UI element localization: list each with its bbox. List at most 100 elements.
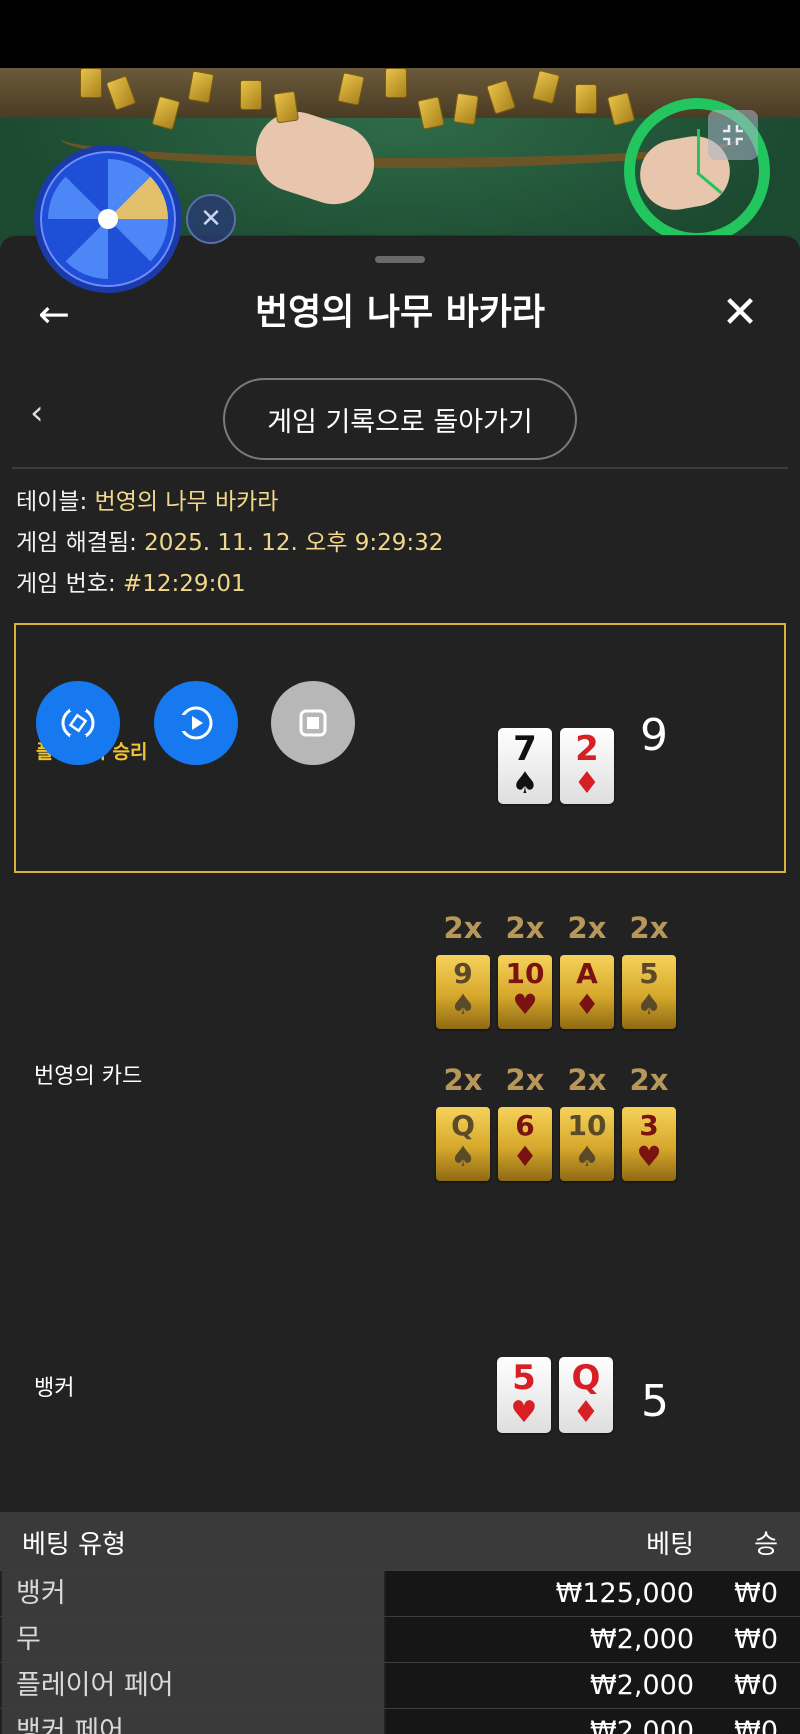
stop-icon[interactable] — [271, 681, 355, 765]
card-suit: ♥ — [512, 988, 538, 1021]
replay-icon[interactable] — [154, 681, 238, 765]
banker-card: 5 ♥ — [497, 1357, 551, 1433]
header-bet: 베팅 — [646, 1530, 694, 1560]
floating-card — [240, 80, 262, 110]
fortune-card: A ♦ — [560, 955, 614, 1029]
card-rank: 9 — [453, 957, 473, 990]
fortune-card: 5 ♠ — [622, 955, 676, 1029]
game-number-label: 게임 번호: — [16, 571, 124, 597]
card-rank: 3 — [639, 1109, 659, 1142]
collapse-icon[interactable] — [708, 110, 758, 160]
game-detail-panel: ← 번영의 나무 바카라 ✕ ‹ 게임 기록으로 돌아가기 테이블: 번영의 나… — [0, 235, 800, 1734]
bet-amount: ₩2,000 — [590, 1624, 694, 1655]
header-bet-type: 베팅 유형 — [22, 1530, 126, 1560]
fortune-card: 6 ♦ — [498, 1107, 552, 1181]
bets-table: 베팅 유형 베팅 승 뱅커 ₩125,000 ₩0 무 ₩2,000 ₩0 플레이어 페어 ₩… — [0, 1512, 800, 1734]
game-number-info: 게임 번호: #12:29:01 — [16, 569, 246, 599]
floating-card — [385, 68, 407, 98]
floating-card — [105, 75, 137, 111]
table-info: 테이블: 번영의 나무 바카라 — [16, 487, 278, 517]
win-amount: ₩0 — [734, 1716, 778, 1734]
fortune-multiplier: 2x — [629, 1063, 669, 1097]
fortune-multiplier: 2x — [505, 911, 545, 945]
fortune-multiplier: 2x — [443, 1063, 483, 1097]
player-score: 9 — [640, 710, 668, 761]
bet-type: 뱅커 페어 — [2, 1709, 384, 1734]
card-suit: ♠ — [636, 988, 662, 1021]
banker-score: 5 — [641, 1376, 669, 1427]
bet-amount: ₩2,000 — [590, 1716, 694, 1734]
fortune-multiplier: 2x — [629, 911, 669, 945]
card-suit: ♥ — [510, 1395, 538, 1430]
card-rank: Q — [571, 1358, 601, 1398]
fortune-wheel-icon[interactable] — [34, 145, 182, 293]
fortune-card: 3 ♥ — [622, 1107, 676, 1181]
card-rank: 10 — [567, 1109, 607, 1142]
panel-title: 번영의 나무 바카라 — [254, 292, 546, 333]
card-rank: Q — [451, 1109, 475, 1142]
fortune-multiplier: 2x — [567, 911, 607, 945]
card-rank: 2 — [575, 729, 599, 769]
player-card: 7 ♠ — [498, 728, 552, 804]
resolved-info: 게임 해결됨: 2025. 11. 12. 오후 9:29:32 — [16, 528, 443, 558]
card-rank: 5 — [512, 1358, 536, 1398]
floating-card — [80, 68, 102, 98]
floating-card — [273, 90, 299, 124]
header-win: 승 — [754, 1530, 778, 1560]
close-icon[interactable]: ✕ — [718, 288, 762, 338]
banker-label: 뱅커 — [34, 1376, 75, 1401]
resolved-info-label: 게임 해결됨: — [16, 530, 145, 556]
card-suit: ♦ — [573, 766, 601, 801]
floating-card — [531, 69, 561, 105]
card-suit: ♠ — [450, 988, 476, 1021]
card-suit: ♦ — [574, 988, 600, 1021]
fortune-card: Q ♠ — [436, 1107, 490, 1181]
card-suit: ♥ — [636, 1140, 662, 1173]
switch-camera-icon[interactable] — [36, 681, 120, 765]
floating-card — [575, 84, 597, 114]
card-rank: A — [576, 957, 598, 990]
fortune-card: 10 ♠ — [560, 1107, 614, 1181]
player-hand-box: 플레이어 승리 7♠2♦ 9 — [14, 623, 786, 873]
bet-row: 무 ₩2,000 ₩0 — [0, 1616, 800, 1662]
bet-type: 플레이어 페어 — [2, 1663, 384, 1708]
fortune-card: 9 ♠ — [436, 955, 490, 1029]
card-suit: ♠ — [574, 1140, 600, 1173]
card-suit: ♠ — [450, 1140, 476, 1173]
chevron-left-icon[interactable]: ‹ — [30, 393, 60, 433]
card-suit: ♦ — [512, 1140, 538, 1173]
bet-type: 뱅커 — [2, 1571, 384, 1616]
fortune-multiplier: 2x — [567, 1063, 607, 1097]
bets-table-body: 뱅커 ₩125,000 ₩0 무 ₩2,000 ₩0 플레이어 페어 ₩2,000 ₩0 뱅커 페… — [0, 1570, 800, 1734]
bets-table-header: 베팅 유형 베팅 승 — [0, 1512, 800, 1570]
win-amount: ₩0 — [734, 1624, 778, 1655]
fortune-multiplier: 2x — [443, 911, 483, 945]
divider — [12, 467, 788, 469]
bet-row: 플레이어 페어 ₩2,000 ₩0 — [0, 1662, 800, 1708]
bet-amount: ₩2,000 — [590, 1670, 694, 1701]
table-info-label: 테이블: — [16, 489, 95, 515]
floating-card — [417, 96, 445, 130]
resolved-info-value: 2025. 11. 12. 오후 9:29:32 — [144, 530, 444, 556]
card-rank: 6 — [515, 1109, 535, 1142]
win-amount: ₩0 — [734, 1578, 778, 1609]
floating-card — [337, 72, 365, 106]
card-rank: 10 — [505, 957, 545, 990]
back-to-history-button[interactable]: 게임 기록으로 돌아가기 — [223, 378, 577, 460]
bet-row: 뱅커 ₩125,000 ₩0 — [0, 1570, 800, 1616]
card-suit: ♦ — [572, 1395, 600, 1430]
card-suit: ♠ — [511, 766, 539, 801]
player-card: 2 ♦ — [560, 728, 614, 804]
drag-handle[interactable] — [375, 256, 425, 263]
banker-card: Q ♦ — [559, 1357, 613, 1433]
history-nav: ‹ 게임 기록으로 돌아가기 — [0, 371, 800, 461]
fortune-multiplier: 2x — [505, 1063, 545, 1097]
win-amount: ₩0 — [734, 1670, 778, 1701]
bet-type: 무 — [2, 1617, 384, 1662]
bet-amount: ₩125,000 — [555, 1578, 694, 1609]
wheel-close-icon[interactable]: ✕ — [186, 194, 236, 244]
floating-card — [187, 70, 215, 104]
card-rank: 7 — [513, 729, 537, 769]
table-info-value: 번영의 나무 바카라 — [94, 489, 279, 515]
fortune-card: 10 ♥ — [498, 955, 552, 1029]
